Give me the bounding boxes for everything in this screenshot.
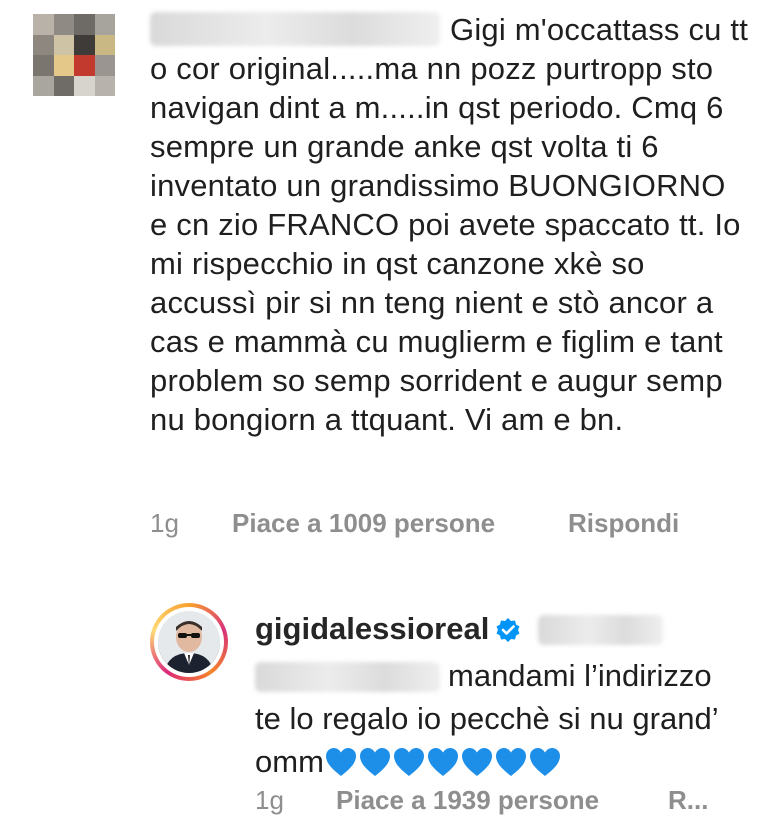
blurred-mention[interactable] bbox=[537, 615, 663, 645]
commenter-avatar[interactable] bbox=[33, 14, 115, 96]
blue-heart-icon bbox=[460, 746, 494, 789]
comment-likes-link[interactable]: Piace a 1009 persone bbox=[232, 508, 495, 539]
reply-likes-link[interactable]: Piace a 1939 persone bbox=[336, 785, 599, 816]
profile-photo bbox=[158, 611, 220, 673]
reply-time: 1g bbox=[255, 785, 284, 815]
comment-reply-button[interactable]: Rispondi bbox=[568, 508, 679, 539]
comment-body: Gigi m'occattass cu tt o cor original...… bbox=[150, 10, 750, 439]
blurred-username[interactable] bbox=[150, 12, 440, 46]
blue-heart-icon bbox=[392, 746, 426, 789]
reply-avatar[interactable] bbox=[150, 603, 228, 681]
reply-username[interactable]: gigidalessioreal bbox=[255, 611, 489, 646]
hearts-row bbox=[324, 744, 562, 779]
blue-heart-icon bbox=[494, 746, 528, 789]
blue-heart-icon bbox=[528, 746, 562, 789]
reply-reply-button[interactable]: R... bbox=[668, 785, 708, 816]
comment-text: Gigi m'occattass cu tt o cor original...… bbox=[150, 12, 749, 437]
comment-time: 1g bbox=[150, 508, 179, 538]
blue-heart-icon bbox=[324, 746, 358, 789]
blue-heart-icon bbox=[358, 746, 392, 789]
verified-badge-icon bbox=[495, 611, 521, 654]
blue-heart-icon bbox=[426, 746, 460, 789]
blurred-mention-continued[interactable] bbox=[255, 662, 440, 692]
reply-body: gigidalessioreal mandami l’indirizzo te … bbox=[255, 607, 745, 789]
